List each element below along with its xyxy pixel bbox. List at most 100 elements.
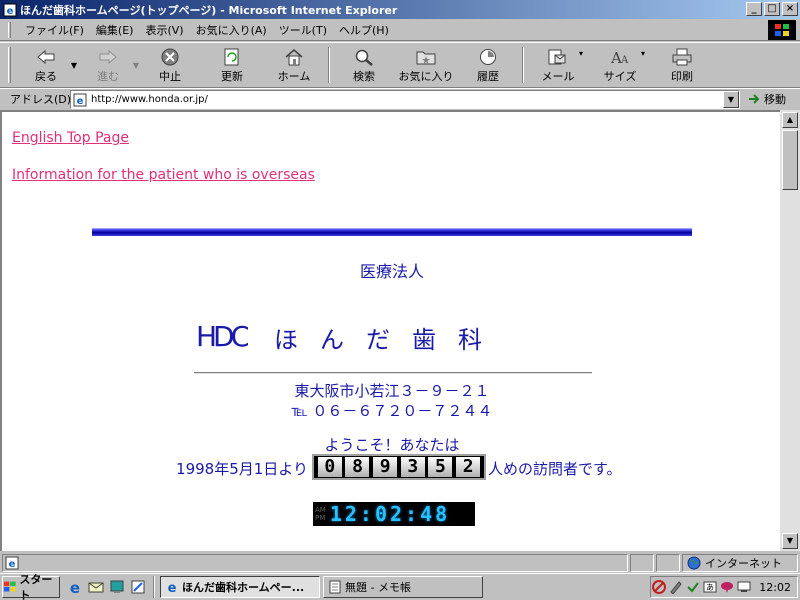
- scroll-up-button[interactable]: ▲: [782, 112, 798, 128]
- toolbar-separator: [522, 47, 524, 83]
- tray-monitor-icon[interactable]: [736, 579, 751, 595]
- header-divider-bar: [92, 228, 692, 236]
- maximize-button[interactable]: □: [764, 2, 780, 16]
- forward-button[interactable]: 進む ▼: [77, 47, 139, 85]
- svg-text:e: e: [77, 96, 84, 107]
- mail-icon: [547, 47, 569, 67]
- stop-button[interactable]: 中止: [139, 47, 201, 85]
- visitor-suffix: 人めの訪問者です。: [488, 460, 622, 478]
- channels-quicklaunch-icon[interactable]: [129, 578, 147, 596]
- status-pane-empty: [630, 554, 654, 572]
- address-bar: アドレス(D) e ▼ 移動: [0, 88, 800, 109]
- menu-view[interactable]: 表示(V): [139, 22, 189, 38]
- search-icon: [353, 47, 375, 67]
- refresh-button[interactable]: 更新: [201, 47, 263, 85]
- history-icon: [477, 47, 499, 67]
- security-zone: インターネット: [682, 554, 798, 572]
- tray-clock[interactable]: 12:02: [759, 581, 791, 594]
- print-label: 印刷: [671, 70, 693, 83]
- link-english-top-page[interactable]: English Top Page: [12, 130, 129, 146]
- ie-page-icon: e: [3, 3, 17, 17]
- digital-clock: AM PM 12:02:48: [313, 502, 475, 526]
- task-ie-window[interactable]: e ほんだ歯科ホームペー...: [160, 576, 320, 598]
- clock-time: 12:02:48: [329, 502, 451, 526]
- toolbar-grip: [8, 47, 11, 83]
- favorites-folder-icon: [415, 47, 437, 67]
- address-label: アドレス(D): [10, 93, 72, 106]
- hdc-logo: HDC: [196, 320, 248, 352]
- tray-ime-icon[interactable]: あ: [702, 579, 717, 595]
- window-title: ほんだ歯科ホームページ(トップページ) - Microsoft Internet…: [20, 3, 398, 17]
- home-icon: [283, 47, 305, 67]
- page-icon: e: [73, 93, 87, 107]
- address-dropdown-button[interactable]: ▼: [723, 91, 739, 108]
- tray-balloon-icon[interactable]: [719, 579, 734, 595]
- stop-icon: [159, 47, 181, 67]
- page-content: English Top Page Information for the pat…: [0, 110, 780, 551]
- minimize-button[interactable]: _: [746, 2, 762, 16]
- link-overseas-patient[interactable]: Information for the patient who is overs…: [12, 167, 315, 183]
- scroll-thumb[interactable]: [782, 130, 798, 190]
- back-button[interactable]: 戻る ▼: [15, 47, 77, 85]
- menu-file[interactable]: ファイル(F): [19, 22, 90, 38]
- go-button[interactable]: 移動: [748, 91, 786, 107]
- address-field[interactable]: e ▼: [70, 90, 740, 109]
- desktop-quicklaunch-icon[interactable]: [108, 578, 126, 596]
- menu-favorites[interactable]: お気に入り(A): [190, 22, 273, 38]
- home-label: ホーム: [277, 70, 311, 83]
- since-date: 1998年5月1日より: [176, 460, 308, 478]
- page-status-icon: e: [5, 556, 19, 570]
- visitor-counter: 0 8 9 3 5 2: [312, 454, 486, 480]
- size-button[interactable]: AA サイズ ▾: [589, 47, 651, 85]
- clinic-address: 東大阪市小若江３－９－２１: [294, 382, 490, 400]
- vertical-scrollbar[interactable]: ▲ ▼: [780, 110, 800, 551]
- start-label: スタート: [19, 573, 53, 600]
- name-divider: [194, 372, 592, 374]
- tray-check-icon[interactable]: [685, 579, 700, 595]
- corporation-type: 医療法人: [359, 262, 424, 281]
- counter-digit: 0: [317, 457, 342, 477]
- tray-no-icon[interactable]: [651, 579, 666, 595]
- toolbar-separator: [328, 47, 330, 83]
- close-button[interactable]: ×: [782, 2, 798, 16]
- refresh-icon: [221, 47, 243, 67]
- history-button[interactable]: 履歴: [457, 47, 519, 85]
- back-arrow-icon: [35, 47, 57, 67]
- svg-text:e: e: [7, 6, 14, 17]
- favorites-button[interactable]: お気に入り: [395, 47, 457, 85]
- stop-label: 中止: [159, 70, 181, 83]
- status-text-pane: e: [2, 554, 628, 572]
- search-button[interactable]: 検索: [333, 47, 395, 85]
- menu-edit[interactable]: 編集(E): [90, 22, 140, 38]
- scroll-down-button[interactable]: ▼: [782, 533, 798, 549]
- counter-digit: 9: [373, 457, 398, 477]
- counter-digit: 2: [456, 457, 481, 477]
- clinic-phone: ℡ ０６－６７２０－７２４４: [291, 402, 493, 420]
- search-label: 検索: [353, 70, 375, 83]
- clock-am: AM: [315, 506, 326, 514]
- mail-dropdown-icon[interactable]: ▾: [579, 49, 583, 58]
- history-label: 履歴: [477, 70, 499, 83]
- clock-ampm: AM PM: [315, 506, 326, 522]
- ie-quicklaunch-icon[interactable]: e: [66, 578, 84, 596]
- tray-pen-icon[interactable]: [668, 579, 683, 595]
- system-tray: あ 12:02: [650, 576, 798, 598]
- home-button[interactable]: ホーム: [263, 47, 325, 85]
- address-input[interactable]: [91, 94, 739, 105]
- refresh-label: 更新: [221, 70, 243, 83]
- zone-label: インターネット: [705, 557, 782, 570]
- size-dropdown-icon[interactable]: ▾: [641, 49, 645, 58]
- outlook-quicklaunch-icon[interactable]: [87, 578, 105, 596]
- window-titlebar[interactable]: e ほんだ歯科ホームページ(トップページ) - Microsoft Intern…: [0, 0, 800, 19]
- task-notepad-window[interactable]: 無題 - メモ帳: [323, 576, 483, 598]
- menu-help[interactable]: ヘルプ(H): [333, 22, 395, 38]
- svg-text:あ: あ: [706, 583, 714, 592]
- mail-button[interactable]: メール ▾: [527, 47, 589, 85]
- clock-pm: PM: [315, 514, 326, 522]
- start-button[interactable]: スタート: [2, 573, 60, 600]
- print-button[interactable]: 印刷: [651, 47, 713, 85]
- forward-arrow-icon: [97, 47, 119, 67]
- back-label: 戻る: [35, 70, 57, 83]
- size-label: サイズ: [603, 70, 637, 83]
- menu-tools[interactable]: ツール(T): [273, 22, 333, 38]
